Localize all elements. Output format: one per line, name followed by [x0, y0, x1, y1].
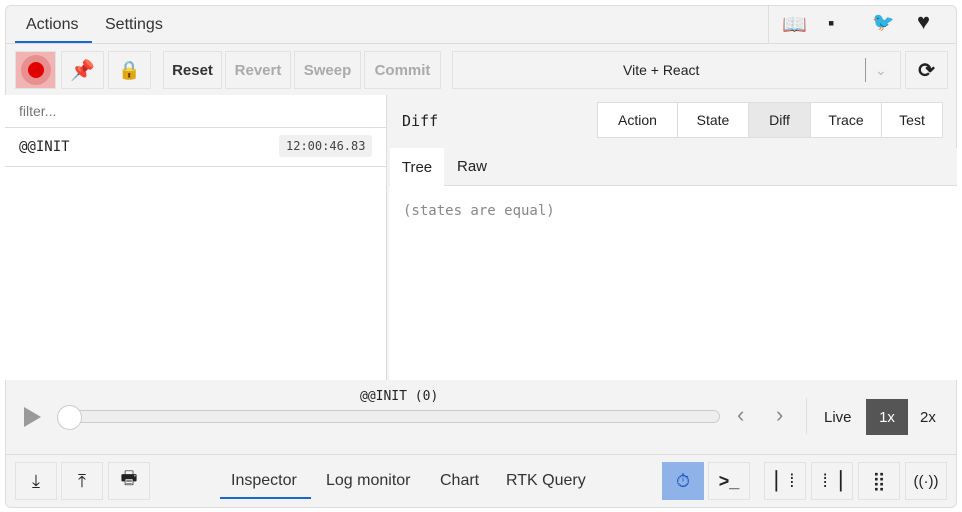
commit-button[interactable]: Commit [364, 51, 441, 89]
prev-icon[interactable]: ‹ [737, 402, 744, 428]
download-icon: ⤓ [32, 470, 40, 491]
speed-1x-button[interactable]: 1x [866, 399, 908, 435]
subtab-tree[interactable]: Tree [390, 148, 444, 186]
heart-icon[interactable]: ♥ [917, 9, 930, 35]
monitor-rtk-query[interactable]: RTK Query [506, 472, 586, 490]
divider [768, 5, 769, 43]
record-icon [20, 55, 51, 85]
divider [5, 43, 957, 44]
tab-diff[interactable]: Diff [748, 102, 811, 138]
tab-actions[interactable]: Actions [26, 16, 78, 34]
action-time: 12:00:46.83 [279, 135, 373, 157]
revert-button[interactable]: Revert [225, 51, 291, 89]
broadcast-icon: ((·)) [913, 472, 939, 490]
subtab-raw[interactable]: Raw [457, 158, 487, 175]
play-icon[interactable] [24, 407, 41, 427]
slider-handle[interactable] [57, 405, 82, 430]
dock-bottom-icon: ⣿ [872, 470, 886, 491]
reset-button[interactable]: Reset [163, 51, 222, 89]
action-name: @@INIT [19, 139, 70, 155]
twitter-icon[interactable]: 🐦 [872, 12, 894, 33]
lock-button[interactable]: 🔒 [108, 51, 151, 89]
action-item[interactable]: @@INIT 12:00:46.83 [5, 128, 386, 167]
divider [5, 454, 957, 455]
sweep-button[interactable]: Sweep [294, 51, 361, 89]
dock-left-button[interactable]: ▏⁞ [764, 462, 806, 500]
instance-select[interactable]: Vite + React ⌄ [452, 51, 901, 89]
next-icon[interactable]: › [776, 402, 783, 428]
timeline-slider[interactable] [60, 410, 720, 423]
dock-left-icon: ▏⁞ [775, 470, 795, 491]
live-button[interactable]: Live [824, 409, 852, 426]
monitor-inspector[interactable]: Inspector [231, 472, 297, 490]
active-monitor-indicator [220, 497, 311, 499]
active-tab-indicator [15, 41, 92, 43]
timer-icon: ⏱ [675, 470, 691, 491]
terminal-icon: >_ [718, 470, 740, 491]
lock-icon: 🔒 [118, 59, 141, 80]
dock-right-button[interactable]: ⁞▕ [811, 462, 853, 500]
monitor-chart[interactable]: Chart [440, 472, 479, 490]
sync-button[interactable]: ⟳ [905, 51, 948, 89]
tab-settings[interactable]: Settings [105, 16, 163, 34]
terminal-button[interactable]: >_ [708, 462, 750, 500]
tab-state[interactable]: State [677, 102, 749, 138]
print-button[interactable]: 🖶 [108, 462, 150, 500]
dock-bottom-button[interactable]: ⣿ [858, 462, 900, 500]
instance-label: Vite + React [623, 62, 700, 78]
pin-button[interactable]: 📌 [61, 51, 104, 89]
divider [806, 398, 807, 434]
print-icon: 🖶 [120, 468, 138, 488]
chevron-down-icon: ⌄ [875, 61, 887, 78]
tab-action[interactable]: Action [597, 102, 678, 138]
speed-2x-button[interactable]: 2x [920, 409, 936, 426]
sync-icon: ⟳ [918, 59, 935, 82]
pin-icon: 📌 [70, 59, 95, 82]
remote-button[interactable]: ((·)) [905, 462, 947, 500]
dispatcher-button[interactable]: ⏱ [662, 462, 704, 500]
upload-icon: ⤒ [78, 470, 86, 491]
book-icon[interactable]: 📖 [782, 12, 807, 37]
filter-input[interactable] [5, 95, 386, 128]
chat-icon[interactable]: ▪ [828, 13, 834, 34]
slider-label: @@INIT (0) [360, 389, 439, 404]
diff-message: (states are equal) [403, 203, 555, 219]
right-title: Diff [402, 112, 439, 130]
monitor-log[interactable]: Log monitor [326, 472, 411, 490]
dock-right-icon: ⁞▕ [822, 470, 842, 491]
tab-test[interactable]: Test [881, 102, 943, 138]
export-button[interactable]: ⤒ [61, 462, 103, 500]
record-button[interactable] [15, 51, 56, 89]
import-button[interactable]: ⤓ [15, 462, 57, 500]
tab-trace[interactable]: Trace [810, 102, 882, 138]
